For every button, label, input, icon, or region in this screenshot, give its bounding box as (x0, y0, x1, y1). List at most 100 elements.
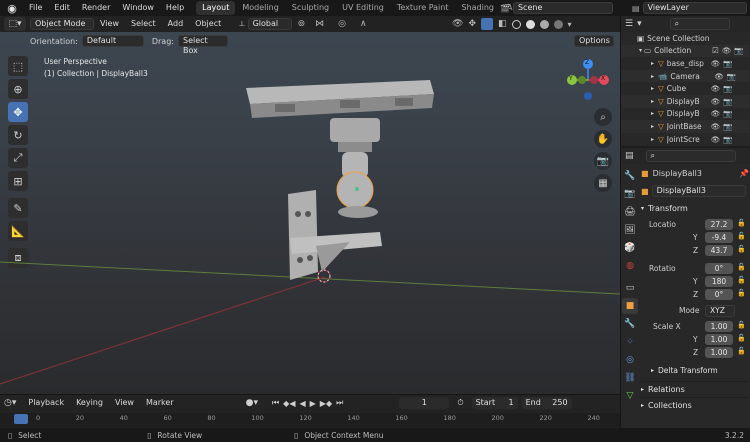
timeline-editor-icon[interactable]: ◷▾ (4, 398, 16, 408)
visibility-icon[interactable]: 👁 (452, 19, 463, 29)
shading-options-icon[interactable]: ▾ (568, 20, 572, 29)
eye-icon[interactable]: 👁 (711, 109, 721, 118)
lock-icon[interactable]: 🔓 (737, 263, 746, 271)
properties-search-input[interactable]: ⌕ (645, 150, 736, 162)
snap-icon[interactable]: ⋈ (315, 19, 324, 29)
scale-y-field[interactable]: 1.00 (705, 334, 733, 345)
vp-menu-object[interactable]: Object (189, 16, 227, 32)
menu-file[interactable]: File (23, 0, 48, 16)
timeline-menu-marker[interactable]: Marker (140, 395, 180, 411)
menu-window[interactable]: Window (116, 0, 160, 16)
vp-menu-view[interactable]: View (94, 16, 125, 32)
modifier-tab-icon[interactable]: 🔧 (622, 316, 638, 332)
lock-icon[interactable]: 🔓 (737, 347, 746, 355)
lock-icon[interactable]: 🔓 (737, 219, 746, 227)
outliner-item[interactable]: ▸ ▽ Cube 👁 📷 (621, 82, 750, 95)
rotation-x-field[interactable]: 0° (705, 263, 733, 274)
jump-end-icon[interactable]: ⏭ (336, 398, 343, 408)
view-layer-tab-icon[interactable]: 🖼 (622, 222, 638, 238)
solid-shading-icon[interactable] (525, 19, 535, 29)
location-y-field[interactable]: -9.4 (705, 232, 733, 243)
transform-section-header[interactable]: ▾ Transform (641, 201, 749, 217)
scene-tab-icon[interactable]: 🎲 (622, 240, 638, 256)
eye-icon[interactable]: 👁 (714, 72, 724, 81)
outliner-item[interactable]: ▸ ▽ JointBase 👁 📷 (621, 120, 750, 133)
timeline-menu-playback[interactable]: Playback (22, 395, 70, 411)
outliner-editor-icon[interactable]: ☰ (625, 19, 633, 29)
outliner-item[interactable]: ▸ 📹 Camera 👁 📷 (621, 69, 750, 83)
eye-icon[interactable]: 👁 (711, 122, 721, 131)
camera-render-icon[interactable]: 📷 (727, 72, 736, 81)
next-keyframe-icon[interactable]: ▶◆ (320, 399, 332, 408)
outliner-collection-row[interactable]: ▾ ▭ Collection ☑ 👁 📷 (621, 44, 750, 58)
eye-icon[interactable]: 👁 (711, 59, 721, 68)
tab-sculpting[interactable]: Sculpting (286, 1, 335, 15)
eye-icon[interactable]: 👁 (711, 135, 721, 144)
outliner-item[interactable]: ▸ ▽ DisplayB 👁 📷 (621, 108, 750, 121)
nav-gizmo-axes[interactable] (560, 58, 616, 114)
camera-render-icon[interactable]: 📷 (734, 46, 743, 55)
outliner-item[interactable]: ▸ ▽ DisplayB 👁 📷 (621, 94, 750, 108)
3d-viewport[interactable]: Orientation: Default Drag: Select Box Op… (0, 32, 620, 394)
tab-layout[interactable]: Layout (196, 1, 236, 15)
lock-icon[interactable]: 🔓 (737, 289, 746, 297)
scene-selector[interactable]: 🎬 Scene (500, 2, 613, 14)
collection-tab-icon[interactable]: ▭ (622, 280, 638, 296)
menu-render[interactable]: Render (76, 0, 116, 16)
lock-icon[interactable]: 🔓 (737, 334, 746, 342)
pin-icon[interactable]: 📌 (739, 169, 749, 178)
lock-icon[interactable]: 🔓 (737, 276, 746, 284)
properties-editor-icon[interactable]: ▤ (625, 151, 634, 161)
mode-dropdown[interactable]: Object Mode (30, 18, 94, 30)
relations-header[interactable]: ▸ Relations (641, 381, 749, 397)
gizmo-toggle-icon[interactable]: ✥ (468, 19, 476, 29)
current-frame-field[interactable]: 1 (399, 397, 450, 409)
timeline-menu-keying[interactable]: Keying (70, 395, 109, 411)
location-z-field[interactable]: 43.7 (705, 245, 733, 256)
prev-keyframe-icon[interactable]: ◆◀ (283, 399, 295, 408)
checkbox-icon[interactable]: ☑ (712, 46, 719, 55)
pivot-point-icon[interactable]: ⊚ (298, 19, 306, 29)
zoom-icon[interactable]: ⌕ (594, 108, 612, 126)
lock-icon[interactable]: 🔓 (737, 321, 746, 329)
camera-render-icon[interactable]: 📷 (723, 59, 732, 68)
jump-start-icon[interactable]: ⏮ (272, 398, 279, 408)
proportional-edit-icon[interactable]: ◎ (338, 19, 346, 29)
render-tab-icon[interactable]: 📷 (622, 186, 638, 202)
tab-uv-editing[interactable]: UV Editing (336, 1, 390, 15)
rotation-mode-dropdown[interactable]: XYZ (705, 305, 735, 317)
editor-type-icon[interactable]: ⬚▾ (4, 17, 26, 31)
constraints-tab-icon[interactable]: ⛓ (622, 370, 638, 386)
playhead-marker[interactable] (14, 414, 28, 424)
overlays-toggle-icon[interactable] (480, 18, 493, 30)
camera-view-icon[interactable]: 📷 (594, 152, 612, 170)
physics-tab-icon[interactable]: ◎ (622, 352, 638, 368)
lock-icon[interactable]: 🔓 (737, 232, 746, 240)
camera-render-icon[interactable]: 📷 (723, 122, 732, 131)
eye-icon[interactable]: 👁 (711, 97, 721, 106)
outliner-filter-icon[interactable]: ▾ (637, 19, 642, 29)
expand-icon[interactable]: ▸ (651, 110, 654, 117)
timeline-ruler[interactable]: 0 20 40 60 80 100 120 140 160 180 200 22… (0, 413, 620, 427)
data-tab-icon[interactable]: ▽ (622, 388, 638, 404)
location-x-field[interactable]: 27.2 (705, 219, 733, 230)
collapse-icon[interactable]: ▾ (639, 47, 642, 54)
play-reverse-icon[interactable]: ◀ (299, 399, 305, 408)
blender-logo-icon[interactable]: ◉ (5, 1, 19, 15)
expand-icon[interactable]: ▸ (651, 98, 654, 105)
scale-z-field[interactable]: 1.00 (705, 347, 733, 358)
camera-render-icon[interactable]: 📷 (723, 97, 732, 106)
outliner-item[interactable]: ▸ ▽ base_disp 👁 📷 (621, 57, 750, 70)
output-tab-icon[interactable]: 🖨 (622, 204, 638, 220)
rendered-shading-icon[interactable] (553, 19, 563, 29)
outliner-scene-collection[interactable]: ▣ Scene Collection (621, 32, 750, 45)
camera-render-icon[interactable]: 📷 (723, 135, 732, 144)
lock-icon[interactable]: 🔓 (737, 245, 746, 253)
pan-hand-icon[interactable]: ✋ (594, 130, 612, 148)
eye-icon[interactable]: 👁 (711, 84, 721, 93)
expand-icon[interactable]: ▸ (651, 60, 654, 67)
menu-edit[interactable]: Edit (48, 0, 76, 16)
timeline-menu-view[interactable]: View (109, 395, 140, 411)
camera-render-icon[interactable]: 📷 (723, 109, 732, 118)
view-layer-name-field[interactable]: ViewLayer (642, 2, 747, 14)
